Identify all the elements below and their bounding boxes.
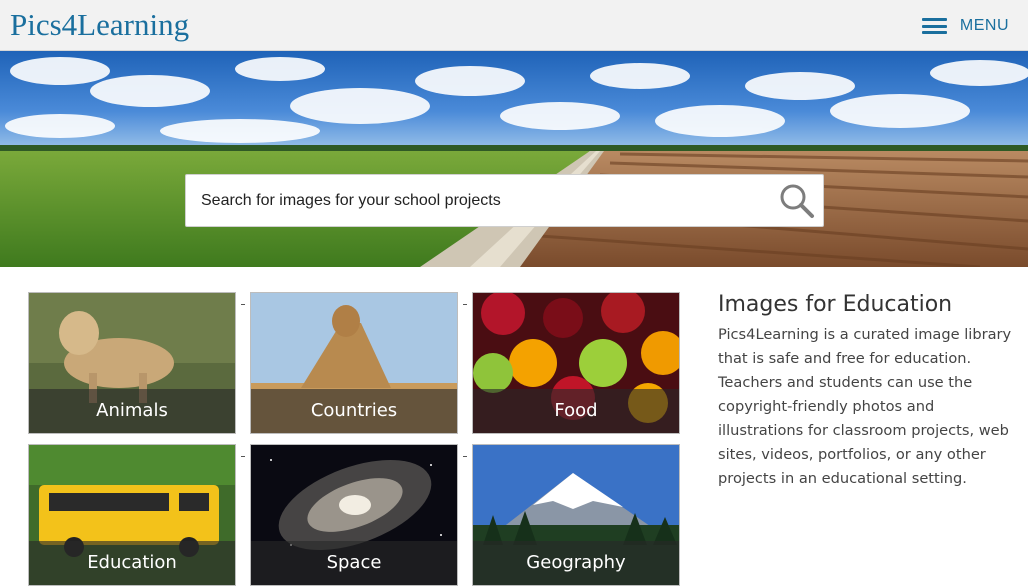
- category-tile-space[interactable]: Space: [250, 444, 458, 586]
- divider: [463, 456, 467, 457]
- menu-label: MENU: [959, 17, 1009, 34]
- divider: [241, 456, 245, 457]
- menu-button[interactable]: MENU: [921, 13, 1009, 39]
- hamburger-icon: [921, 18, 947, 34]
- search-box: [185, 174, 824, 227]
- category-tile-education[interactable]: Education: [28, 444, 236, 586]
- category-label: Education: [29, 541, 235, 585]
- divider: [463, 304, 467, 305]
- category-label: Geography: [473, 541, 679, 585]
- category-label: Animals: [29, 389, 235, 433]
- category-label: Food: [473, 389, 679, 433]
- divider: [241, 304, 245, 305]
- category-tile-geography[interactable]: Geography: [472, 444, 680, 586]
- category-label: Space: [251, 541, 457, 585]
- search-icon[interactable]: [779, 183, 815, 219]
- info-description: Pics4Learning is a curated image library…: [718, 326, 1012, 487]
- category-tile-food[interactable]: Food: [472, 292, 680, 434]
- search-input[interactable]: [186, 175, 766, 226]
- category-tile-animals[interactable]: Animals: [28, 292, 236, 434]
- hero-landscape-image: [0, 51, 1028, 267]
- category-label: Countries: [251, 389, 457, 433]
- info-title: Images for Education: [718, 292, 953, 317]
- hero-banner: [0, 51, 1028, 267]
- category-tile-countries[interactable]: Countries: [250, 292, 458, 434]
- site-logo[interactable]: Pics4Learning: [10, 6, 189, 44]
- site-header: Pics4Learning MENU: [0, 0, 1028, 51]
